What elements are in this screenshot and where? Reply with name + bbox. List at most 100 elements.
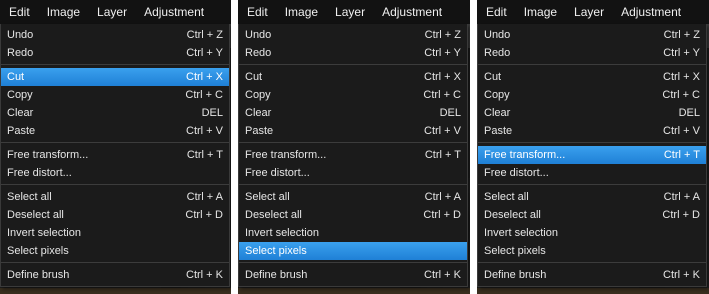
menu-item-deselect-all[interactable]: Deselect all Ctrl + D (1, 206, 229, 224)
menu-item-copy[interactable]: Copy Ctrl + C (478, 86, 706, 104)
menu-item-select-all[interactable]: Select all Ctrl + A (1, 188, 229, 206)
menu-separator (239, 64, 467, 65)
menu-edit[interactable]: Edit (238, 0, 277, 24)
menu-item-copy[interactable]: Copy Ctrl + C (1, 86, 229, 104)
menu-item-label: Paste (484, 125, 513, 137)
menu-item-define-brush[interactable]: Define brush Ctrl + K (478, 266, 706, 284)
menu-item-select-pixels[interactable]: Select pixels (239, 242, 467, 260)
menu-item-redo[interactable]: Redo Ctrl + Y (239, 44, 467, 62)
menu-item-free-distort[interactable]: Free distort... (239, 164, 467, 182)
menu-item-shortcut: Ctrl + T (424, 149, 461, 161)
menu-item-cut[interactable]: Cut Ctrl + X (1, 68, 229, 86)
menu-adjustment[interactable]: Adjustment (613, 0, 690, 24)
menu-item-free-distort[interactable]: Free distort... (478, 164, 706, 182)
menu-image[interactable]: Image (277, 0, 327, 24)
editor-panel-1: rance: 21 A EditImageLayerAdjustment Und… (0, 0, 231, 294)
menu-item-select-pixels[interactable]: Select pixels (478, 242, 706, 260)
menu-item-label: Invert selection (245, 227, 319, 239)
menu-item-shortcut: Ctrl + Z (186, 29, 223, 41)
menu-item-label: Select all (245, 191, 290, 203)
menu-item-free-transform[interactable]: Free transform... Ctrl + T (478, 146, 706, 164)
menu-item-free-transform[interactable]: Free transform... Ctrl + T (239, 146, 467, 164)
menu-item-clear[interactable]: Clear DEL (1, 104, 229, 122)
menu-item-select-all[interactable]: Select all Ctrl + A (478, 188, 706, 206)
menu-item-invert-selection[interactable]: Invert selection (1, 224, 229, 242)
menu-item-shortcut: Ctrl + Y (424, 47, 461, 59)
menu-item-undo[interactable]: Undo Ctrl + Z (239, 26, 467, 44)
menu-item-free-distort[interactable]: Free distort... (1, 164, 229, 182)
menu-item-free-transform[interactable]: Free transform... Ctrl + T (1, 146, 229, 164)
menu-adjustment[interactable]: Adjustment (374, 0, 451, 24)
menu-item-paste[interactable]: Paste Ctrl + V (478, 122, 706, 140)
menu-item-shortcut: Ctrl + X (663, 71, 700, 83)
menu-edit[interactable]: Edit (0, 0, 39, 24)
menu-separator (478, 262, 706, 263)
menu-item-copy[interactable]: Copy Ctrl + C (239, 86, 467, 104)
menu-item-shortcut: Ctrl + T (186, 149, 223, 161)
menu-item-define-brush[interactable]: Define brush Ctrl + K (239, 266, 467, 284)
menu-item-label: Select pixels (484, 245, 546, 257)
menu-item-deselect-all[interactable]: Deselect all Ctrl + D (239, 206, 467, 224)
menu-bar: Edit Image Layer Adjustment (238, 0, 470, 24)
canvas-image-edge (477, 288, 709, 294)
menu-item-label: Invert selection (484, 227, 558, 239)
menu-separator (1, 64, 229, 65)
menu-item-paste[interactable]: Paste Ctrl + V (1, 122, 229, 140)
menu-image[interactable]: Image (39, 0, 89, 24)
menu-item-redo[interactable]: Redo Ctrl + Y (1, 44, 229, 62)
menu-item-label: Invert selection (7, 227, 81, 239)
menu-item-cut[interactable]: Cut Ctrl + X (239, 68, 467, 86)
menu-item-label: Copy (484, 89, 510, 101)
menu-item-deselect-all[interactable]: Deselect all Ctrl + D (478, 206, 706, 224)
menu-layer[interactable]: Layer (327, 0, 374, 24)
menu-item-shortcut: Ctrl + D (185, 209, 223, 221)
menu-item-shortcut: DEL (439, 107, 461, 119)
menu-item-label: Paste (7, 125, 36, 137)
menu-edit[interactable]: Edit (477, 0, 516, 24)
menu-separator (239, 262, 467, 263)
menu-item-undo[interactable]: Undo Ctrl + Z (478, 26, 706, 44)
menu-item-label: Cut (484, 71, 502, 83)
menu-image[interactable]: Image (516, 0, 566, 24)
menu-layer[interactable]: Layer (89, 0, 136, 24)
menu-item-label: Copy (7, 89, 33, 101)
editor-panel-2: rance: 21 A EditImageLayerAdjustment Und… (238, 0, 470, 294)
menu-item-label: Free transform... (7, 149, 89, 161)
edit-menu-dropdown: Undo Ctrl + Z Redo Ctrl + Y Cut Ctrl + X… (0, 24, 230, 287)
menu-item-clear[interactable]: Clear DEL (239, 104, 467, 122)
menu-item-label: Deselect all (245, 209, 302, 221)
menu-item-label: Free distort... (245, 167, 310, 179)
menu-item-shortcut: Ctrl + D (662, 209, 700, 221)
menu-item-shortcut: Ctrl + Y (663, 47, 700, 59)
menu-item-label: Redo (484, 47, 511, 59)
menu-item-label: Undo (7, 29, 34, 41)
menu-separator (1, 184, 229, 185)
menu-item-shortcut: Ctrl + T (663, 149, 700, 161)
menu-layer[interactable]: Layer (566, 0, 613, 24)
edit-menu-dropdown: Undo Ctrl + Z Redo Ctrl + Y Cut Ctrl + X… (238, 24, 468, 287)
menu-item-shortcut: Ctrl + X (424, 71, 461, 83)
menu-item-shortcut: Ctrl + A (186, 191, 223, 203)
menu-item-label: Free distort... (484, 167, 549, 179)
menu-item-cut[interactable]: Cut Ctrl + X (478, 68, 706, 86)
menu-item-undo[interactable]: Undo Ctrl + Z (1, 26, 229, 44)
menu-item-clear[interactable]: Clear DEL (478, 104, 706, 122)
menu-item-shortcut: Ctrl + V (424, 125, 461, 137)
menu-bar: Edit Image Layer Adjustment (477, 0, 709, 24)
menu-item-label: Deselect all (484, 209, 541, 221)
menu-item-label: Undo (245, 29, 272, 41)
menu-item-invert-selection[interactable]: Invert selection (239, 224, 467, 242)
menu-separator (478, 64, 706, 65)
menu-item-invert-selection[interactable]: Invert selection (478, 224, 706, 242)
menu-item-select-pixels[interactable]: Select pixels (1, 242, 229, 260)
menu-item-select-all[interactable]: Select all Ctrl + A (239, 188, 467, 206)
menu-item-define-brush[interactable]: Define brush Ctrl + K (1, 266, 229, 284)
menu-item-redo[interactable]: Redo Ctrl + Y (478, 44, 706, 62)
menu-item-shortcut: Ctrl + K (424, 269, 461, 281)
menu-item-label: Select pixels (245, 245, 307, 257)
menu-item-paste[interactable]: Paste Ctrl + V (239, 122, 467, 140)
menu-item-shortcut: DEL (678, 107, 700, 119)
edit-menu-dropdown: Undo Ctrl + Z Redo Ctrl + Y Cut Ctrl + X… (477, 24, 707, 287)
menu-item-label: Clear (7, 107, 34, 119)
menu-adjustment[interactable]: Adjustment (136, 0, 213, 24)
